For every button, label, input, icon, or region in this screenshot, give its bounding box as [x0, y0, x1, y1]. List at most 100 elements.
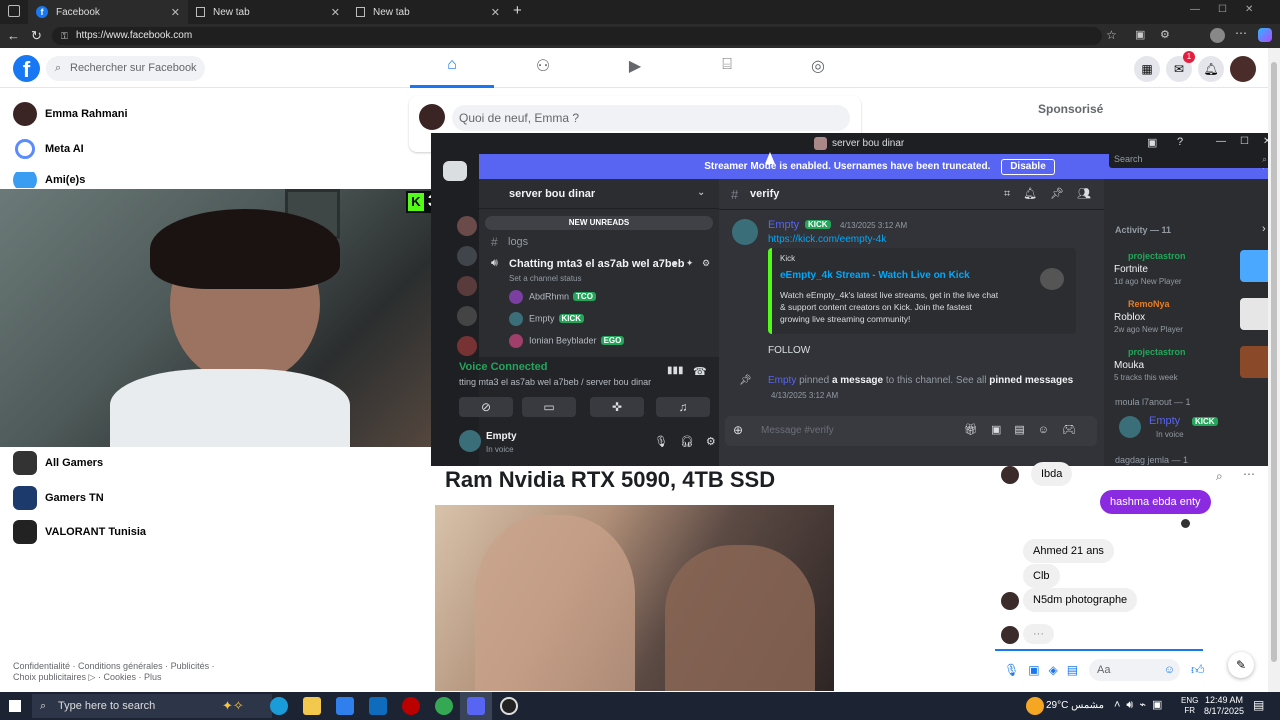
help-icon[interactable]: ?: [1177, 136, 1183, 148]
page-scrollbar[interactable]: [1268, 48, 1280, 692]
close-tab-icon[interactable]: ✕: [331, 6, 340, 19]
footer-links[interactable]: Confidentialité · Conditions générales ·…: [13, 661, 215, 683]
clock[interactable]: 12:49 AM 8/17/2025: [1204, 695, 1244, 717]
set-status-text[interactable]: Set a channel status: [509, 274, 582, 283]
sidebar-group-all-gamers[interactable]: All Gamers: [13, 451, 103, 475]
store-icon[interactable]: [336, 697, 354, 715]
server-icon[interactable]: [457, 246, 477, 266]
new-unreads-pill[interactable]: NEW UNREADS: [485, 216, 713, 230]
tab-new-2[interactable]: New tab ✕: [348, 0, 508, 24]
close-tab-icon[interactable]: ✕: [491, 6, 500, 19]
disconnect-icon[interactable]: ☎: [693, 365, 707, 378]
menu-grid-icon[interactable]: ▦: [1134, 56, 1160, 82]
windows-menu-icon[interactable]: [8, 5, 20, 17]
like-icon[interactable]: 👍︎: [1191, 662, 1205, 678]
video-icon[interactable]: ▶: [620, 56, 650, 78]
weather-text[interactable]: 29°C مشمس: [1046, 700, 1104, 711]
tray-icons[interactable]: ˄🔊︎⌁▣: [1114, 698, 1168, 712]
server-icon[interactable]: [457, 276, 477, 296]
obs-icon[interactable]: [500, 697, 518, 715]
pin-text[interactable]: a message: [832, 375, 883, 386]
outlook-icon[interactable]: [369, 697, 387, 715]
chevron-right-icon[interactable]: ›: [1262, 223, 1266, 235]
activity-card[interactable]: projectastron Mouka 5 tracks this week: [1110, 341, 1276, 382]
url-field[interactable]: ⚿ https://www.facebook.com: [52, 27, 1102, 45]
signal-icon[interactable]: ▮▮▮: [667, 365, 684, 376]
avatar[interactable]: [1119, 416, 1141, 438]
message-author[interactable]: Empty: [768, 219, 799, 231]
chrome-icon[interactable]: [435, 697, 453, 715]
voice-channel-name[interactable]: Chatting mta3 el as7ab wel a7beb: [509, 258, 684, 270]
sidebar-group-gamers-tn[interactable]: Gamers TN: [13, 486, 104, 510]
emoji-icon[interactable]: ☺: [1164, 659, 1175, 681]
search-icon[interactable]: ⌕: [1216, 469, 1223, 484]
settings-icon[interactable]: ⚙: [1160, 28, 1170, 41]
home-icon[interactable]: ⌂: [437, 56, 467, 78]
more-icon[interactable]: ⋯: [1235, 26, 1247, 40]
edge-icon[interactable]: [270, 697, 288, 715]
new-tab-icon[interactable]: +: [513, 2, 522, 19]
back-icon[interactable]: ←: [7, 28, 20, 43]
screen-share-button[interactable]: ▭: [522, 397, 576, 417]
post-image[interactable]: [435, 505, 834, 691]
header-icons[interactable]: ⌗🔔︎📌︎👥︎: [1004, 187, 1104, 201]
message-input[interactable]: Aa ☺: [1089, 659, 1180, 681]
facebook-search-input[interactable]: ⌕ Rechercher sur Facebook: [46, 56, 205, 81]
marketplace-icon[interactable]: ⌸: [712, 56, 742, 78]
add-icon[interactable]: ⊕: [733, 423, 743, 437]
composer-input[interactable]: Quoi de neuf, Emma ?: [452, 105, 850, 131]
discord-taskbar-button[interactable]: [460, 692, 492, 720]
copilot-icon[interactable]: [1258, 28, 1272, 42]
discord-logo-icon[interactable]: [443, 161, 467, 181]
sidebar-item-meta-ai[interactable]: Meta AI: [13, 137, 84, 161]
composer-icons[interactable]: 🎁︎▣▤☺🎮︎: [964, 423, 1089, 436]
member-name[interactable]: Empty: [1149, 415, 1180, 427]
tab-facebook[interactable]: f Facebook ✕: [28, 0, 188, 24]
embed-title[interactable]: eEmpty_4k Stream - Watch Live on Kick: [780, 270, 970, 281]
voice-user[interactable]: Ionian Beyblader EGO: [509, 334, 625, 348]
avatar[interactable]: [732, 219, 758, 245]
gaming-icon[interactable]: ◎: [803, 56, 833, 78]
channel-logs[interactable]: logs: [508, 236, 528, 248]
friends-icon[interactable]: ⚇: [528, 56, 558, 78]
avatar[interactable]: [459, 430, 481, 452]
close-tab-icon[interactable]: ✕: [171, 6, 180, 19]
new-message-button[interactable]: ✎: [1228, 652, 1254, 678]
server-header[interactable]: server bou dinar ⌄: [479, 179, 719, 209]
notification-center-icon[interactable]: ▤: [1253, 698, 1264, 712]
sidebar-item-friends[interactable]: Ami(e)s: [13, 172, 85, 188]
facebook-logo-icon[interactable]: f: [13, 55, 40, 82]
more-icon[interactable]: ⋯: [1243, 467, 1255, 481]
taskbar-search-input[interactable]: ⌕ Type here to search ✦✧: [32, 694, 272, 718]
refresh-icon[interactable]: ↻: [31, 28, 42, 44]
message-input[interactable]: ⊕ Message #verify 🎁︎▣▤☺🎮︎: [725, 416, 1097, 446]
scrollbar-thumb[interactable]: [1271, 62, 1277, 662]
app-icon[interactable]: [402, 697, 420, 715]
sidebar-group-valorant-tunisia[interactable]: VALORANT Tunisia: [13, 520, 146, 544]
activity-button[interactable]: ✜: [590, 397, 644, 417]
activity-card[interactable]: projectastron Fortnite 1d ago New Player: [1110, 245, 1276, 286]
composer-icons[interactable]: 🎙︎▣◈▤: [1004, 663, 1087, 677]
camera-off-button[interactable]: ⊘: [459, 397, 513, 417]
discord-search-input[interactable]: Search ⌕: [1109, 150, 1271, 168]
profile-icon[interactable]: [1210, 28, 1225, 43]
extensions-icon[interactable]: ▣: [1135, 28, 1145, 41]
server-icon[interactable]: [457, 336, 477, 356]
pinned-messages-link[interactable]: pinned messages: [989, 375, 1073, 386]
window-controls[interactable]: —☐✕: [1190, 4, 1271, 15]
star-icon[interactable]: ☆: [1106, 28, 1117, 42]
message-link[interactable]: https://kick.com/eempty-4k: [768, 234, 886, 245]
inbox-icon[interactable]: ▣: [1147, 136, 1157, 149]
voice-user[interactable]: Empty KICK: [509, 312, 585, 326]
tab-new-1[interactable]: New tab ✕: [188, 0, 348, 24]
channel-actions-icons[interactable]: ● ✦ ⚙: [672, 258, 713, 269]
server-icon[interactable]: [457, 306, 477, 326]
sidebar-item-profile[interactable]: Emma Rahmani: [13, 102, 128, 126]
start-icon[interactable]: [9, 700, 21, 712]
notifications-bell-icon[interactable]: 🔔︎: [1198, 56, 1224, 82]
disable-button[interactable]: Disable: [1001, 159, 1055, 175]
language-indicator[interactable]: ENG FR: [1181, 696, 1198, 716]
pin-author[interactable]: Empty: [768, 375, 796, 386]
activity-card[interactable]: RemoNya Roblox 2w ago New Player: [1110, 293, 1276, 334]
user-controls-icons[interactable]: 🎙︎🎧︎⚙: [654, 435, 728, 448]
